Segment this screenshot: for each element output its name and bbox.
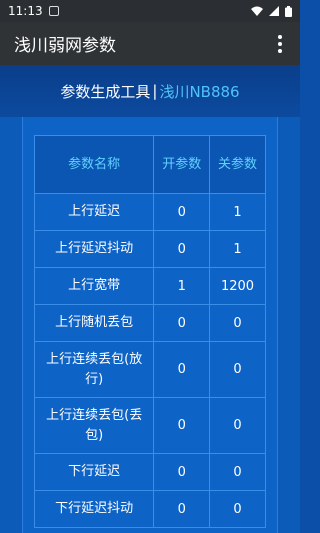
on-value-cell[interactable]: 0 bbox=[153, 304, 211, 342]
param-name-cell: 上行连续丢包(丢包) bbox=[33, 397, 155, 454]
cellular-icon bbox=[269, 6, 279, 16]
param-name-cell: 上行宽带 bbox=[33, 267, 155, 305]
title-separator: | bbox=[152, 82, 158, 100]
off-value-cell[interactable]: 0 bbox=[209, 304, 266, 342]
off-value-cell[interactable]: 0 bbox=[209, 453, 266, 491]
table-row: 上行延迟抖动 0 1 bbox=[33, 230, 266, 268]
main-content: 参数名称 开参数 关参数 上行延迟 0 1 上行延迟抖动 0 1 上行宽带 1 … bbox=[0, 117, 300, 533]
table-header-row: 参数名称 开参数 关参数 bbox=[33, 135, 266, 194]
table-row: 上行宽带 1 1200 bbox=[33, 267, 266, 305]
battery-icon bbox=[285, 5, 292, 17]
param-name-cell: 下行延迟 bbox=[33, 453, 155, 491]
off-value-cell[interactable]: 0 bbox=[209, 397, 266, 454]
off-value-cell[interactable]: 0 bbox=[209, 490, 266, 528]
off-value-cell[interactable]: 0 bbox=[209, 341, 266, 398]
on-value-cell[interactable]: 1 bbox=[153, 267, 211, 305]
off-value-cell[interactable]: 1 bbox=[209, 230, 266, 268]
param-name-cell: 下行延迟抖动 bbox=[33, 490, 155, 528]
param-table-container: 参数名称 开参数 关参数 上行延迟 0 1 上行延迟抖动 0 1 上行宽带 1 … bbox=[33, 135, 266, 528]
right-panel-border bbox=[277, 117, 300, 533]
param-name-cell: 上行连续丢包(放行) bbox=[33, 341, 155, 398]
header-param-name: 参数名称 bbox=[33, 135, 155, 194]
on-value-cell[interactable]: 0 bbox=[153, 453, 211, 491]
param-table: 参数名称 开参数 关参数 上行延迟 0 1 上行延迟抖动 0 1 上行宽带 1 … bbox=[33, 135, 266, 528]
on-value-cell[interactable]: 0 bbox=[153, 341, 211, 398]
brand-label: 浅川NB886 bbox=[159, 82, 240, 101]
wifi-icon bbox=[251, 6, 263, 16]
page-header: 参数生成工具 | 浅川NB886 bbox=[0, 65, 300, 117]
table-row: 上行延迟 0 1 bbox=[33, 193, 266, 231]
status-time: 11:13 bbox=[8, 4, 43, 18]
param-name-cell: 上行随机丢包 bbox=[33, 304, 155, 342]
left-panel-border bbox=[0, 117, 23, 533]
off-value-cell[interactable]: 1200 bbox=[209, 267, 266, 305]
on-value-cell[interactable]: 0 bbox=[153, 490, 211, 528]
on-value-cell[interactable]: 0 bbox=[153, 230, 211, 268]
app-title: 浅川弱网参数 bbox=[14, 36, 116, 56]
param-name-cell: 上行延迟抖动 bbox=[33, 230, 155, 268]
on-value-cell[interactable]: 0 bbox=[153, 397, 211, 454]
page-title: 参数生成工具 bbox=[60, 82, 151, 101]
app-bar: 浅川弱网参数 bbox=[0, 22, 300, 65]
table-row: 上行连续丢包(丢包) 0 0 bbox=[33, 397, 266, 454]
header-on-param: 开参数 bbox=[153, 135, 211, 194]
notification-icon bbox=[48, 6, 59, 16]
table-row: 下行延迟 0 0 bbox=[33, 453, 266, 491]
table-row: 上行连续丢包(放行) 0 0 bbox=[33, 341, 266, 398]
status-bar: 11:13 bbox=[0, 0, 300, 22]
param-name-cell: 上行延迟 bbox=[33, 193, 155, 231]
more-vert-icon[interactable] bbox=[272, 34, 288, 53]
on-value-cell[interactable]: 0 bbox=[153, 193, 211, 231]
off-value-cell[interactable]: 1 bbox=[209, 193, 266, 231]
header-off-param: 关参数 bbox=[209, 135, 266, 194]
table-row: 下行延迟抖动 0 0 bbox=[33, 490, 266, 528]
table-row: 上行随机丢包 0 0 bbox=[33, 304, 266, 342]
